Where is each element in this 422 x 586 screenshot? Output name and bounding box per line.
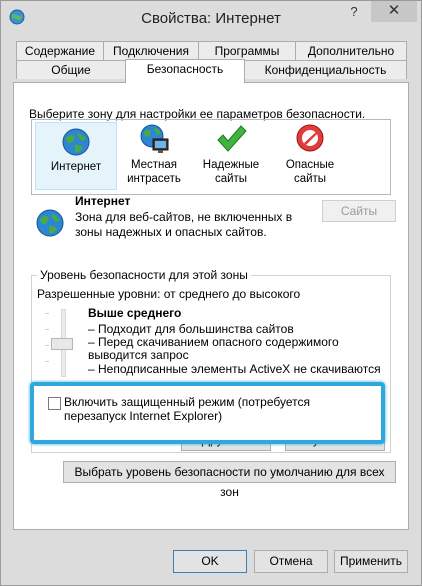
protected-mode-highlight: Включить защищенный режим (потребуется п… (30, 382, 385, 444)
zone-label-local-intranet: Местная интрасеть (127, 159, 181, 185)
tab-security[interactable]: Безопасность (125, 59, 245, 83)
help-button[interactable]: ? (337, 1, 371, 23)
title-bar: Свойства: Интернет ? ✕ (1, 1, 421, 35)
zone-label-internet: Интернет (50, 161, 102, 173)
zone-trusted-sites[interactable]: Надежные сайты (191, 122, 271, 186)
tab-connections[interactable]: Подключения (103, 41, 199, 60)
slider-tick (45, 329, 49, 330)
checkmark-icon (217, 125, 247, 152)
zone-restricted-sites[interactable]: Опасные сайты (270, 122, 350, 186)
ok-button[interactable]: OK (173, 550, 247, 573)
security-level-slider-thumb[interactable] (51, 338, 73, 350)
slider-tick (45, 361, 49, 362)
close-button[interactable]: ✕ (371, 1, 417, 22)
level-bullet: – Перед скачиванием опасного содержимого… (88, 335, 339, 362)
security-level-name: Выше среднего (88, 306, 182, 320)
forbidden-icon (296, 124, 324, 152)
tab-advanced[interactable]: Дополнительно (295, 41, 407, 60)
sites-button[interactable]: Сайты (322, 200, 396, 222)
protected-mode-checkbox[interactable] (48, 397, 61, 410)
slider-tick (45, 345, 49, 346)
globe-icon (36, 209, 64, 237)
intranet-icon (140, 124, 169, 153)
tab-content[interactable]: Содержание (16, 41, 104, 60)
cancel-button[interactable]: Отмена (254, 550, 328, 573)
level-bullet: – Подходит для большинства сайтов (88, 322, 294, 336)
security-tab-panel: Выберите зону для настройки ее параметро… (13, 82, 409, 530)
apply-button[interactable]: Применить (334, 550, 408, 573)
security-level-group-title: Уровень безопасности для этой зоны (37, 268, 251, 282)
tab-programs[interactable]: Программы (198, 41, 296, 60)
globe-icon (62, 128, 90, 156)
zone-local-intranet[interactable]: Местная интрасеть (114, 122, 194, 186)
protected-mode-label[interactable]: Включить защищенный режим (потребуется п… (64, 395, 374, 423)
zone-info-title: Интернет (75, 194, 131, 208)
reset-all-zones-button[interactable]: Выбрать уровень безопасности по умолчани… (63, 461, 396, 499)
zone-internet[interactable]: Интернет (35, 122, 117, 190)
tab-privacy[interactable]: Конфиденциальность (244, 60, 407, 79)
slider-tick (45, 313, 49, 314)
zone-info-description: Зона для веб-сайтов, не включенных в зон… (75, 210, 293, 239)
zone-label-trusted-sites: Надежные сайты (202, 159, 260, 185)
tab-general[interactable]: Общие (16, 60, 126, 79)
zone-label-restricted-sites: Опасные сайты (285, 159, 335, 185)
level-bullet: – Неподписанные элементы ActiveX не скач… (88, 362, 381, 376)
internet-options-window: Свойства: Интернет ? ✕ Содержание Подклю… (0, 0, 422, 586)
allowed-levels-text: Разрешенные уровни: от среднего до высок… (37, 287, 301, 301)
